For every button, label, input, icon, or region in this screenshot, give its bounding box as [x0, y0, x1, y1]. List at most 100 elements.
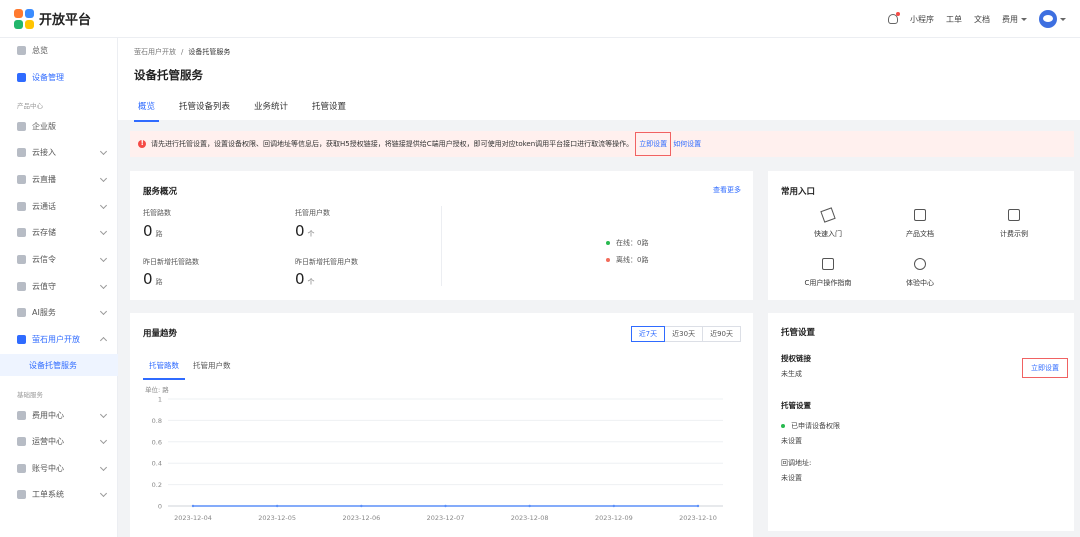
stat-unit: 个	[307, 230, 315, 238]
top-link-docs[interactable]: 文档	[974, 14, 990, 25]
sidebar-item-label: 云直播	[32, 174, 56, 184]
sidebar-item-label: 总览	[32, 45, 48, 55]
stat-unit: 路	[155, 230, 163, 238]
chevron-down-icon	[1060, 17, 1066, 21]
notification-icon[interactable]	[888, 12, 900, 24]
hosting-setup-button[interactable]: 立即设置	[1022, 358, 1068, 378]
y-tick-label: 0	[158, 503, 162, 511]
data-point[interactable]	[528, 504, 531, 508]
sidebar-item-cloud-live[interactable]: 云直播	[0, 168, 118, 190]
sidebar-item-fee-center[interactable]: 费用中心	[0, 404, 118, 426]
y-tick-label: 0.4	[152, 460, 162, 468]
device-permission-text: 已申请设备权限	[791, 422, 840, 430]
sidebar-item-label: 账号中心	[32, 463, 64, 473]
y-tick-label: 0.2	[152, 481, 162, 489]
tab-hosted-device-list[interactable]: 托管设备列表	[175, 100, 234, 120]
chevron-down-icon	[99, 307, 108, 316]
sidebar-item-label: 运营中心	[32, 436, 64, 446]
callback-label: 回调地址:	[781, 459, 812, 467]
tab-overview[interactable]: 概览	[134, 100, 160, 122]
range-7d-button[interactable]: 近7天	[630, 326, 666, 342]
sidebar-item-cloud-access[interactable]: 云接入	[0, 141, 118, 163]
divider	[441, 206, 442, 286]
service-overview-card: 服务概况 查看更多 托管路数 0路 托管用户数 0个 昨日新增托管路数 0路 昨…	[130, 171, 753, 300]
user-menu[interactable]	[1039, 10, 1066, 28]
guide-icon	[822, 258, 834, 270]
sidebar-item-label: 云存储	[32, 227, 56, 237]
tab-hosting-settings[interactable]: 托管设置	[308, 100, 350, 120]
send-icon	[820, 207, 836, 223]
chevron-down-icon	[99, 281, 108, 290]
x-tick-label: 2023-12-04	[174, 514, 212, 522]
subtab-hosted-channels[interactable]: 托管路数	[143, 360, 185, 380]
entry-billing-example[interactable]: 计费示例	[974, 209, 1054, 239]
legend-online-label: 在线：0路	[616, 239, 649, 247]
sidebar-item-label: 设备托管服务	[29, 360, 77, 370]
range-30d-button[interactable]: 近30天	[664, 326, 704, 342]
main-content: 萤石用户开放 / 设备托管服务 设备托管服务 概览 托管设备列表 业务统计 托管设置…	[118, 38, 1080, 537]
alert-setup-link[interactable]: 立即设置	[635, 132, 672, 156]
top-link-ticket[interactable]: 工单	[946, 14, 962, 25]
sidebar-item-label: 云信令	[32, 254, 56, 264]
heart-icon	[914, 258, 926, 270]
ops-icon	[17, 436, 26, 446]
data-point[interactable]	[444, 504, 447, 508]
camera-icon	[17, 281, 26, 291]
sidebar-item-cloud-guard[interactable]: 云值守	[0, 275, 118, 297]
entry-user-guide[interactable]: C用户操作指南	[788, 258, 868, 288]
x-tick-label: 2023-12-09	[595, 514, 633, 522]
breadcrumb-parent[interactable]: 萤石用户开放	[134, 48, 176, 56]
usage-sub-tabs: 托管路数 托管用户数	[143, 360, 239, 380]
range-90d-button[interactable]: 近90天	[702, 326, 741, 342]
breadcrumb-current: 设备托管服务	[188, 48, 231, 56]
entry-experience-center[interactable]: 体验中心	[880, 258, 960, 288]
sidebar-item-account-center[interactable]: 账号中心	[0, 457, 118, 479]
data-point[interactable]	[612, 504, 616, 508]
data-point[interactable]	[696, 504, 700, 508]
view-more-link[interactable]: 查看更多	[713, 185, 741, 195]
sidebar-item-device-hosting[interactable]: 设备托管服务	[0, 354, 118, 376]
sidebar-item-ticket-system[interactable]: 工单系统	[0, 483, 118, 505]
tab-business-stats[interactable]: 业务统计	[250, 100, 292, 120]
sidebar-item-label: 云接入	[32, 147, 56, 157]
page-header: 萤石用户开放 / 设备托管服务 设备托管服务 概览 托管设备列表 业务统计 托管设置	[118, 38, 1080, 122]
sidebar-item-cloud-storage[interactable]: 云存储	[0, 221, 118, 243]
data-point[interactable]	[360, 504, 363, 508]
callback-value: 未设置	[781, 474, 802, 482]
subtab-hosted-users[interactable]: 托管用户数	[187, 360, 237, 377]
entry-label: 快速入门	[814, 230, 842, 238]
auth-link-title: 授权链接	[781, 354, 811, 363]
entry-quick-start[interactable]: 快速入门	[788, 207, 868, 239]
sidebar-item-ai-service[interactable]: AI服务	[0, 301, 118, 323]
sidebar-item-cloud-call[interactable]: 云通话	[0, 195, 118, 217]
data-point[interactable]	[275, 504, 279, 508]
sidebar-item-overview[interactable]: 总览	[0, 39, 118, 61]
top-link-fees[interactable]: 费用	[1002, 14, 1027, 25]
logo-icon	[14, 8, 34, 29]
y-tick-label: 0.8	[152, 417, 162, 425]
stat-value: 0个	[295, 222, 315, 240]
stat-label: 托管用户数	[295, 209, 330, 217]
alert-howto-link[interactable]: 如何设置	[673, 139, 701, 149]
ai-icon	[17, 307, 26, 317]
top-link-miniprogram[interactable]: 小程序	[910, 14, 934, 25]
sidebar-item-ezviz-user-open[interactable]: 萤石用户开放	[0, 328, 118, 350]
sidebar-item-device-management[interactable]: 设备管理	[0, 66, 118, 88]
breadcrumb-separator: /	[181, 48, 184, 56]
legend-offline: 离线：0路	[606, 255, 648, 265]
entry-label: 体验中心	[906, 279, 934, 287]
sidebar-item-label: 费用中心	[32, 410, 64, 420]
device-permission-label: 已申请设备权限	[781, 421, 840, 431]
entry-product-docs[interactable]: 产品文档	[880, 209, 960, 239]
sidebar-item-enterprise[interactable]: 企业版	[0, 115, 118, 137]
sidebar-item-ops-center[interactable]: 运营中心	[0, 430, 118, 452]
top-link-fees-label: 费用	[1002, 14, 1018, 24]
app-logo[interactable]: 开放平台	[14, 8, 91, 29]
data-point[interactable]	[191, 504, 195, 508]
sidebar-item-cloud-signal[interactable]: 云信令	[0, 248, 118, 270]
user-icon	[17, 463, 26, 473]
chevron-down-icon	[99, 489, 108, 498]
breadcrumb: 萤石用户开放 / 设备托管服务	[134, 47, 230, 57]
page-title: 设备托管服务	[134, 68, 203, 82]
stat-value: 0路	[143, 270, 163, 288]
